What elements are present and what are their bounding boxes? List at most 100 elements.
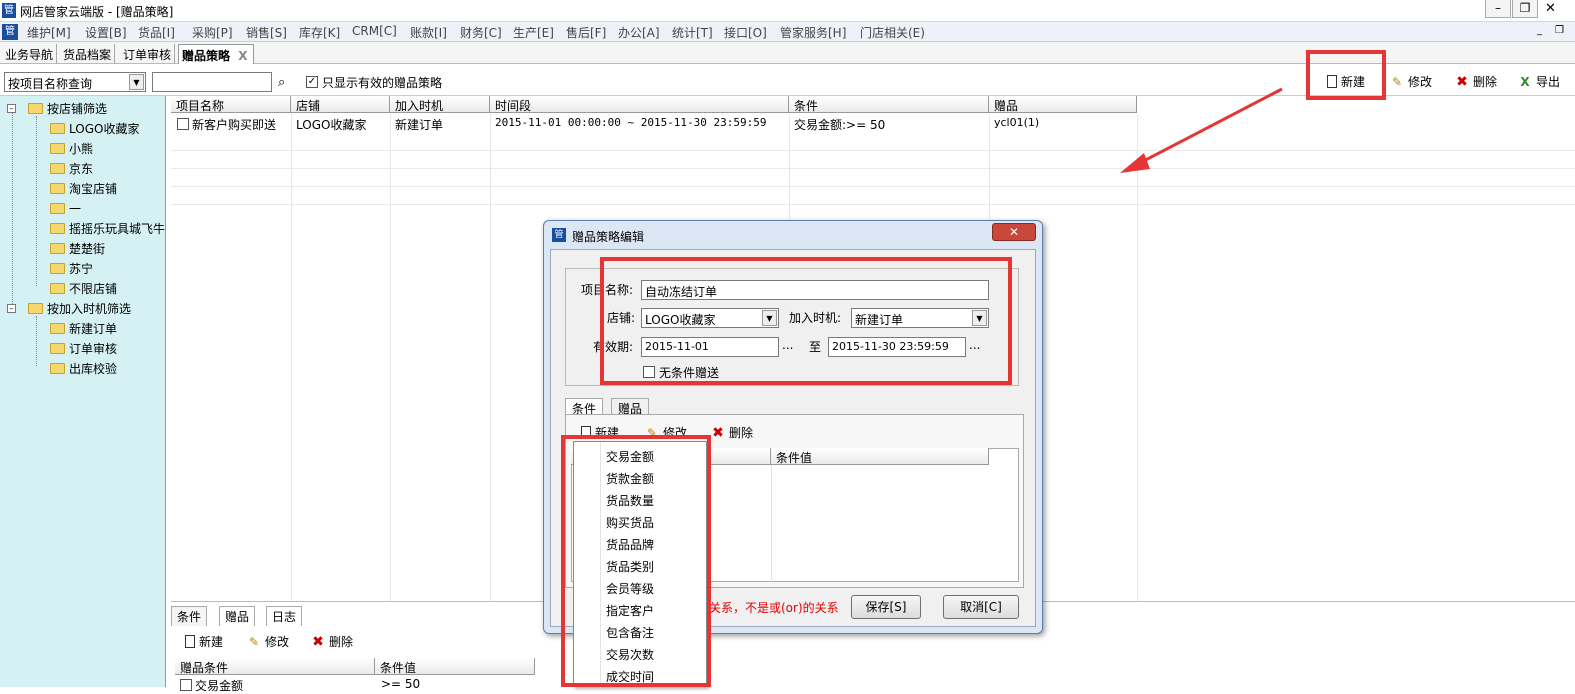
document-icon: [185, 635, 195, 648]
cell-period[interactable]: 2015-11-01 00:00:00 ~ 2015-11-30 23:59:5…: [490, 114, 772, 132]
menu-settings[interactable]: 设置[B]: [85, 24, 127, 41]
column-header[interactable]: 赠品条件: [175, 658, 375, 675]
collapse-icon[interactable]: –: [7, 304, 16, 313]
detail-cell-name[interactable]: 交易金额: [195, 677, 243, 694]
cancel-button[interactable]: 取消[C]: [943, 595, 1019, 619]
menu-crm[interactable]: CRM[C]: [352, 24, 397, 38]
tree-item-shop[interactable]: 小熊: [50, 140, 93, 157]
chevron-down-icon: ▼: [129, 74, 144, 90]
tab-goods-archive[interactable]: 货品档案: [60, 44, 116, 64]
query-mode-select[interactable]: 按项目名称查询 ▼: [4, 72, 146, 92]
folder-icon: [50, 343, 65, 354]
detail-edit-label: 修改: [265, 635, 290, 649]
save-button[interactable]: 保存[S]: [851, 595, 921, 619]
column-header[interactable]: 条件值: [771, 448, 989, 465]
menu-stock[interactable]: 库存[K]: [299, 24, 340, 41]
cell-timing[interactable]: 新建订单: [390, 114, 448, 132]
cell-gift[interactable]: ycl01(1): [989, 114, 1044, 132]
tree-group-shop[interactable]: – 按店铺筛选: [7, 100, 107, 117]
menu-bar: 管 维护[M] 设置[B] 货品[I] 采购[P] 销售[S] 库存[K] CR…: [0, 22, 1575, 42]
folder-icon: [50, 123, 65, 134]
delete-icon: ✖: [312, 633, 324, 650]
grid-line: [771, 465, 772, 582]
menu-goods[interactable]: 货品[I]: [138, 24, 175, 41]
menu-office[interactable]: 办公[A]: [618, 24, 660, 41]
delete-button[interactable]: ✖ 删除: [1455, 73, 1497, 90]
tab-business-nav[interactable]: 业务导航: [2, 44, 58, 64]
column-header[interactable]: 项目名称: [171, 96, 291, 113]
folder-icon: [50, 163, 65, 174]
tree-item-shop[interactable]: 淘宝店铺: [50, 180, 117, 197]
tree-item-shop[interactable]: 一: [50, 200, 81, 217]
tree-item-timing[interactable]: 新建订单: [50, 320, 117, 337]
restore-button[interactable]: ❐: [1512, 0, 1538, 18]
mdi-minimize-button[interactable]: _: [1537, 25, 1542, 36]
menu-statistics[interactable]: 统计[T]: [672, 24, 713, 41]
detail-tab-condition[interactable]: 条件: [171, 606, 208, 626]
dialog-delete-button[interactable]: ✖ 删除: [711, 424, 753, 441]
tree-item-shop[interactable]: 京东: [50, 160, 93, 177]
menu-maintain[interactable]: 维护[M]: [27, 24, 71, 41]
column-header[interactable]: 时间段: [490, 96, 789, 113]
search-input[interactable]: [152, 72, 272, 92]
export-button[interactable]: X 导出: [1518, 73, 1560, 90]
edit-button-label: 修改: [1408, 75, 1433, 89]
detail-tab-gift[interactable]: 赠品: [219, 606, 256, 626]
tree-item-label: LOGO收藏家: [69, 122, 140, 136]
folder-icon: [50, 363, 65, 374]
tab-gift-strategy-label: 赠品策略: [182, 49, 231, 63]
grid-line: [490, 114, 491, 601]
column-header[interactable]: 加入时机: [390, 96, 490, 113]
menu-finance[interactable]: 财务[C]: [460, 24, 502, 41]
tab-close-icon[interactable]: X: [238, 49, 247, 63]
menu-interface[interactable]: 接口[O]: [724, 24, 767, 41]
folder-icon: [28, 103, 43, 114]
menu-service[interactable]: 管家服务[H]: [780, 24, 846, 41]
collapse-icon[interactable]: –: [7, 104, 16, 113]
tree-item-timing[interactable]: 出库校验: [50, 360, 117, 377]
menu-accounts[interactable]: 账款[I]: [410, 24, 447, 41]
menu-purchase[interactable]: 采购[P]: [192, 24, 233, 41]
tab-gift-strategy[interactable]: 赠品策略 X: [178, 44, 254, 64]
detail-tab-log[interactable]: 日志: [266, 606, 303, 626]
dialog-close-button[interactable]: ✕: [992, 223, 1036, 241]
tree-item-shop[interactable]: LOGO收藏家: [50, 120, 139, 137]
tree-item-shop[interactable]: 摇摇乐玩具城飞牛: [50, 220, 165, 237]
only-valid-checkbox[interactable]: ✓: [306, 76, 318, 88]
edit-button[interactable]: ✎ 修改: [1390, 73, 1432, 90]
cell-name[interactable]: 新客户购买即送: [187, 114, 281, 132]
menu-production[interactable]: 生产[E]: [513, 24, 554, 41]
menu-store[interactable]: 门店相关(E): [860, 24, 925, 41]
cell-condition[interactable]: 交易金额:>= 50: [789, 114, 890, 132]
cell-shop[interactable]: LOGO收藏家: [291, 114, 371, 132]
folder-icon: [50, 143, 65, 154]
search-icon[interactable]: ⌕: [278, 75, 285, 90]
detail-cell-value[interactable]: >= 50: [381, 677, 420, 691]
column-header[interactable]: 店铺: [291, 96, 390, 113]
detail-new-button[interactable]: 新建: [185, 633, 223, 650]
delete-button-label: 删除: [1473, 75, 1498, 89]
app-menu-icon[interactable]: 管: [2, 24, 18, 40]
tree-item-label: 新建订单: [69, 322, 118, 336]
relation-note: 关系，不是或(or)的关系: [709, 601, 839, 615]
mdi-restore-button[interactable]: ❐: [1555, 25, 1564, 36]
column-header[interactable]: 条件: [789, 96, 989, 113]
tree-group-timing[interactable]: – 按加入时机筛选: [7, 300, 131, 317]
menu-aftersales[interactable]: 售后[F]: [566, 24, 606, 41]
detail-delete-button[interactable]: ✖ 删除: [311, 633, 353, 650]
minimize-button[interactable]: –: [1485, 0, 1511, 18]
tree-item-label: 一: [69, 202, 82, 216]
grid-line: [171, 204, 1575, 205]
menu-sales[interactable]: 销售[S]: [246, 24, 287, 41]
column-header[interactable]: 条件值: [375, 658, 535, 675]
tree-item-shop[interactable]: 不限店铺: [50, 280, 117, 297]
tab-order-review[interactable]: 订单审核: [120, 44, 176, 64]
tree-item-label: 不限店铺: [69, 282, 118, 296]
tree-line: [36, 116, 37, 286]
detail-edit-button[interactable]: ✎ 修改: [247, 633, 289, 650]
close-icon[interactable]: ✕: [1545, 1, 1556, 16]
tree-item-shop[interactable]: 苏宁: [50, 260, 93, 277]
tree-item-timing[interactable]: 订单审核: [50, 340, 117, 357]
tree-item-shop[interactable]: 楚楚街: [50, 240, 105, 257]
row-checkbox[interactable]: [180, 679, 192, 691]
